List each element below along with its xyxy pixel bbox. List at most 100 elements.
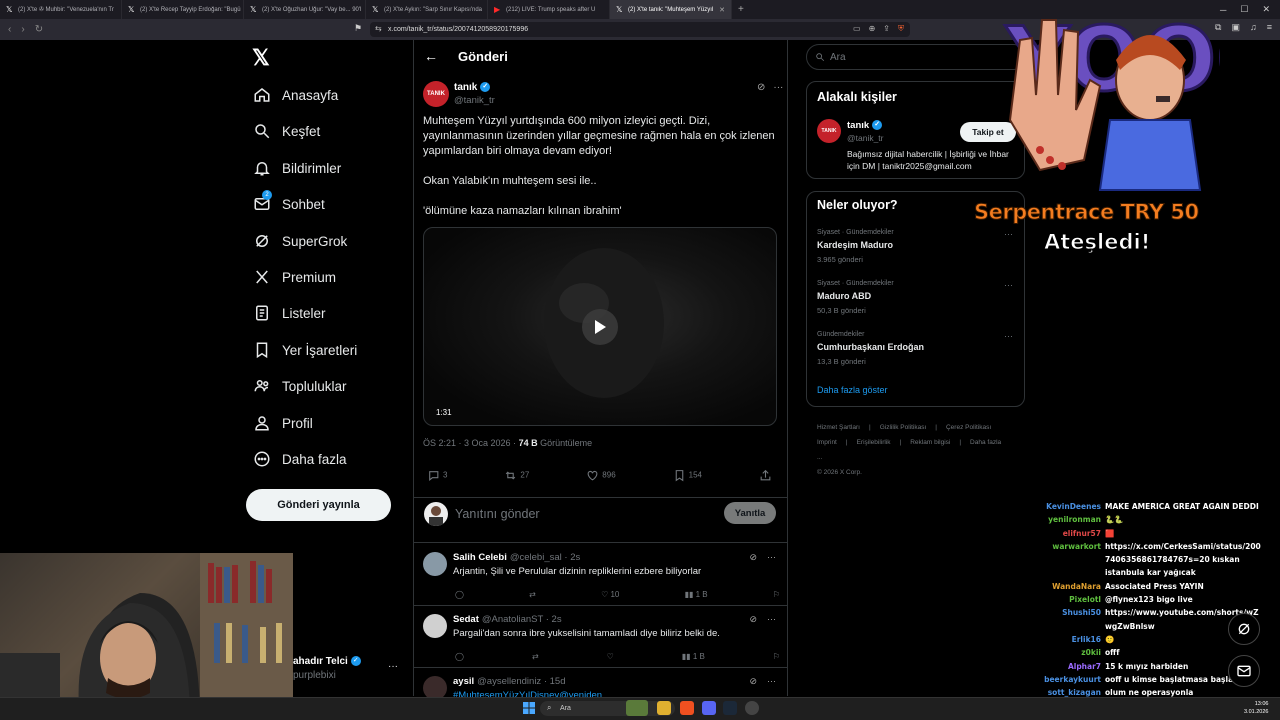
more-options-icon[interactable]: ··· xyxy=(1004,331,1013,341)
bookmark-page-icon[interactable]: ⚑ xyxy=(354,23,362,34)
sidebar-item-profile[interactable]: Profil xyxy=(252,412,313,434)
grok-icon[interactable]: ⊘ xyxy=(749,614,757,624)
grok-icon[interactable]: ⊘ xyxy=(749,552,757,562)
views-icon[interactable]: ▮▮ 1 B xyxy=(685,590,708,599)
search-input[interactable]: Ara xyxy=(806,44,1026,70)
post-button[interactable]: Gönderi yayınla xyxy=(246,489,391,521)
music-icon[interactable]: ♫ xyxy=(1250,22,1257,33)
zoom-icon[interactable]: ⊕ xyxy=(869,24,876,34)
taskbar-search[interactable]: ⌕ Ara xyxy=(540,701,675,716)
sidebar-item-supergrok[interactable]: SuperGrok xyxy=(252,230,347,252)
alert-subtitle: Ateşledi! xyxy=(1043,230,1151,255)
bookmark-icon[interactable]: ⚐ xyxy=(773,652,780,661)
sidebar-item-premium[interactable]: Premium xyxy=(252,266,336,288)
sidebar-item-bookmarks[interactable]: Yer İşaretleri xyxy=(252,339,357,361)
profile-icon xyxy=(252,413,272,433)
retweet-icon[interactable]: ⇄ xyxy=(532,652,539,661)
bookmark-icon[interactable]: ⚐ xyxy=(773,590,780,599)
sidebar-item-notifications[interactable]: Bildirimler xyxy=(252,157,341,179)
brave-browser-icon[interactable] xyxy=(680,701,694,715)
back-arrow-icon[interactable]: ← xyxy=(424,48,438,64)
browser-tab[interactable]: 𝕏 (2) X'te Aykırı: "Sarp Sınır Kapısı'nda xyxy=(366,0,488,19)
sidebar-item-chat[interactable]: 2 Sohbet xyxy=(252,190,325,215)
wallet-icon[interactable]: ▣ xyxy=(1231,22,1240,33)
x-logo[interactable]: 𝕏 xyxy=(252,47,274,69)
more-options-icon[interactable]: ··· xyxy=(1004,280,1013,290)
back-nav-icon[interactable]: ‹ xyxy=(8,24,11,35)
discord-icon[interactable] xyxy=(702,701,716,715)
close-tab-icon[interactable]: ✕ xyxy=(719,6,725,14)
forward-nav-icon[interactable]: › xyxy=(21,24,24,35)
related-user-name[interactable]: tanık ✓ xyxy=(847,120,883,131)
browser-tab[interactable]: 𝕏 (2) X'te Recep Tayyip Erdoğan: "Bugü xyxy=(122,0,244,19)
play-button[interactable] xyxy=(582,309,618,345)
avatar[interactable]: TANIK xyxy=(817,119,841,143)
window-icon[interactable]: ▭ xyxy=(853,24,861,34)
more-options-icon[interactable]: ··· xyxy=(773,82,783,93)
more-options-icon[interactable]: ··· xyxy=(388,661,398,672)
reply-item[interactable]: Salih Celebi @celebi_sal · 2s Arjantin, Ş… xyxy=(413,544,788,606)
more-options-icon[interactable]: ··· xyxy=(767,614,776,624)
start-button[interactable] xyxy=(522,701,536,715)
chat-username: beerkaykuurt xyxy=(1044,674,1101,684)
heart-icon[interactable]: ♡ xyxy=(607,652,614,661)
site-info-icon[interactable]: ⇆ xyxy=(375,24,382,33)
obs-icon[interactable] xyxy=(745,701,759,715)
views-icon[interactable]: ▮▮ 1 B xyxy=(682,652,705,661)
chat-username xyxy=(1030,566,1105,579)
browser-tab-active[interactable]: 𝕏 (2) X'te tanık: "Muhteşem Yüzyıl ✕ xyxy=(610,0,732,19)
messages-fab-button[interactable] xyxy=(1228,655,1260,687)
maximize-icon[interactable]: ☐ xyxy=(1240,4,1248,15)
bookmark-action[interactable]: 154 xyxy=(673,469,702,482)
tweet-author-handle[interactable]: @tanik_tr xyxy=(454,95,495,106)
retweet-action[interactable]: 27 xyxy=(504,469,529,482)
sidebar-item-lists[interactable]: Listeler xyxy=(252,302,326,324)
reply-action[interactable]: 3 xyxy=(427,469,447,482)
minimize-icon[interactable]: ─ xyxy=(1220,5,1226,15)
account-switcher[interactable]: ahadır Telci ✓ purplebixi xyxy=(293,655,361,683)
reply-button[interactable]: Yanıtla xyxy=(724,502,776,524)
reply-item[interactable]: Sedat @AnatolianST · 2s Pargali'dan sonra… xyxy=(413,606,788,668)
url-field[interactable]: ⇆ x.com/tanik_tr/status/2007412058920175… xyxy=(370,22,910,37)
reply-icon[interactable]: ◯ xyxy=(455,590,464,599)
trend-item[interactable]: Siyaset · Gündemdekiler Maduro ABD 50,3 … xyxy=(817,280,1017,315)
like-action[interactable]: 896 xyxy=(586,469,616,482)
sidebar-item-communities[interactable]: Topluluklar xyxy=(252,375,347,397)
sidebar-item-home[interactable]: Anasayfa xyxy=(252,84,338,106)
chat-username: yenilronman xyxy=(1048,515,1101,525)
widget-image[interactable] xyxy=(626,700,648,716)
menu-icon[interactable]: ≡ xyxy=(1267,22,1272,33)
share-icon[interactable]: ⇪ xyxy=(883,24,890,34)
retweet-icon[interactable]: ⇄ xyxy=(529,590,536,599)
new-tab-button[interactable]: + xyxy=(738,4,744,15)
browser-tab[interactable]: 𝕏 (2) X'te Oğuzhan Uğur: "Vay be... 90'l xyxy=(244,0,366,19)
more-options-icon[interactable]: ··· xyxy=(1004,229,1013,239)
browser-tab[interactable]: 𝕏 (2) X'te ✇ Muhbir: "Venezuela'nın Tr xyxy=(0,0,122,19)
file-explorer-icon[interactable] xyxy=(657,701,671,715)
reply-icon xyxy=(429,471,439,481)
trend-item[interactable]: Gündemdekiler Cumhurbaşkanı Erdoğan 13,3… xyxy=(817,331,1017,366)
share-action[interactable] xyxy=(759,469,775,482)
more-options-icon[interactable]: ··· xyxy=(767,676,776,686)
brave-shield-icon[interactable]: ⛨ xyxy=(898,24,904,34)
reply-item[interactable]: aysil @aysellendiniz · 15d #MuhteşemYüzYı… xyxy=(413,668,788,701)
grok-fab-button[interactable] xyxy=(1228,613,1260,645)
reply-input[interactable]: Yanıtını gönder xyxy=(455,507,540,521)
close-window-icon[interactable]: ✕ xyxy=(1262,4,1270,15)
reload-icon[interactable]: ↻ xyxy=(35,24,43,35)
taskbar-clock[interactable]: 13:06 3.01.2026 xyxy=(1244,700,1268,716)
heart-icon[interactable]: ♡ 10 xyxy=(601,590,619,599)
grok-icon[interactable]: ⊘ xyxy=(749,676,757,686)
browser-tab[interactable]: ▶ (212) LIVE: Trump speaks after U xyxy=(488,0,610,19)
grok-icon[interactable]: ⊘ xyxy=(757,82,765,93)
tweet-author-name[interactable]: tanık ✓ xyxy=(454,82,491,93)
sidebar-item-more[interactable]: Daha fazla xyxy=(252,448,347,470)
sidebar-item-explore[interactable]: Keşfet xyxy=(252,120,320,142)
more-options-icon[interactable]: ··· xyxy=(767,552,776,562)
show-more-link[interactable]: Daha fazla göster xyxy=(817,385,888,395)
steam-icon[interactable] xyxy=(723,701,737,715)
avatar[interactable]: TANIK xyxy=(423,81,449,107)
trend-item[interactable]: Siyaset · Gündemdekiler Kardeşim Maduro … xyxy=(817,229,1017,264)
related-user-handle[interactable]: @tanik_tr xyxy=(847,133,884,143)
reply-icon[interactable]: ◯ xyxy=(455,652,464,661)
